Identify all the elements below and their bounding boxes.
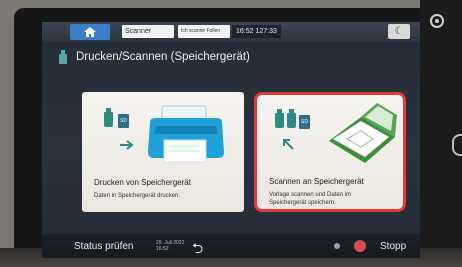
arrow-right-icon xyxy=(120,140,134,150)
print-card-description: Daten in Speichergerät drucken. xyxy=(94,193,181,199)
page-title: Drucken/Scannen (Speichergerät) xyxy=(76,51,250,63)
back-button[interactable]: ⮌ xyxy=(192,238,203,258)
night-mode-button[interactable]: ☾ xyxy=(388,24,410,39)
data-in-indicator xyxy=(334,243,340,249)
back-arrow-icon: ⮌ xyxy=(192,240,204,256)
scan-to-storage-button[interactable]: SD Scannen an Speichergerät Vorlage scan… xyxy=(254,92,406,212)
usb-icon xyxy=(59,50,67,64)
sd-card-icon: SD xyxy=(299,115,310,129)
usb-stick-icon xyxy=(275,109,284,128)
scanner-icon xyxy=(329,103,397,163)
home-button[interactable] xyxy=(70,24,110,40)
date-display: 29. Juli 2022 16:52 xyxy=(156,240,184,252)
home-icon xyxy=(84,27,96,37)
moon-icon: ☾ xyxy=(394,26,404,37)
device-side-panel xyxy=(420,0,462,267)
arrow-up-icon xyxy=(283,139,294,150)
print-card-title: Drucken von Speichergerät xyxy=(94,178,191,187)
stop-button[interactable]: Stopp xyxy=(380,241,406,252)
time-line: 16:52 xyxy=(156,246,169,252)
power-button[interactable] xyxy=(430,14,444,28)
sd-card-icon: SD xyxy=(118,114,129,128)
check-status-button[interactable]: Status prüfen xyxy=(74,241,133,252)
clock-display: 16:52 127:33 xyxy=(232,25,281,38)
scan-card-title: Scannen an Speichergerät xyxy=(269,177,364,186)
scan-card-description: Vorlage scannen und Daten im Speicherger… xyxy=(269,192,352,206)
printer-icon xyxy=(148,105,224,162)
user-field: Ich scanne Folien xyxy=(178,25,230,38)
usb-stick-icon xyxy=(104,108,113,127)
usb-stick-icon-2 xyxy=(287,109,296,128)
touch-screen: Scanner Ich scanne Folien 16:52 127:33 ☾… xyxy=(42,22,420,258)
stop-icon[interactable] xyxy=(354,240,366,252)
app-name-field: Scanner xyxy=(122,25,174,38)
top-bar: Scanner Ich scanne Folien 16:52 127:33 ☾ xyxy=(42,22,420,42)
print-from-storage-button[interactable]: SD Drucken von Speichergerät Daten in Sp… xyxy=(82,92,244,212)
status-bar: Status prüfen 29. Juli 2022 16:52 ⮌ Stop… xyxy=(42,234,420,258)
app-header: Drucken/Scannen (Speichergerät) xyxy=(58,50,250,64)
side-button[interactable] xyxy=(452,134,462,156)
